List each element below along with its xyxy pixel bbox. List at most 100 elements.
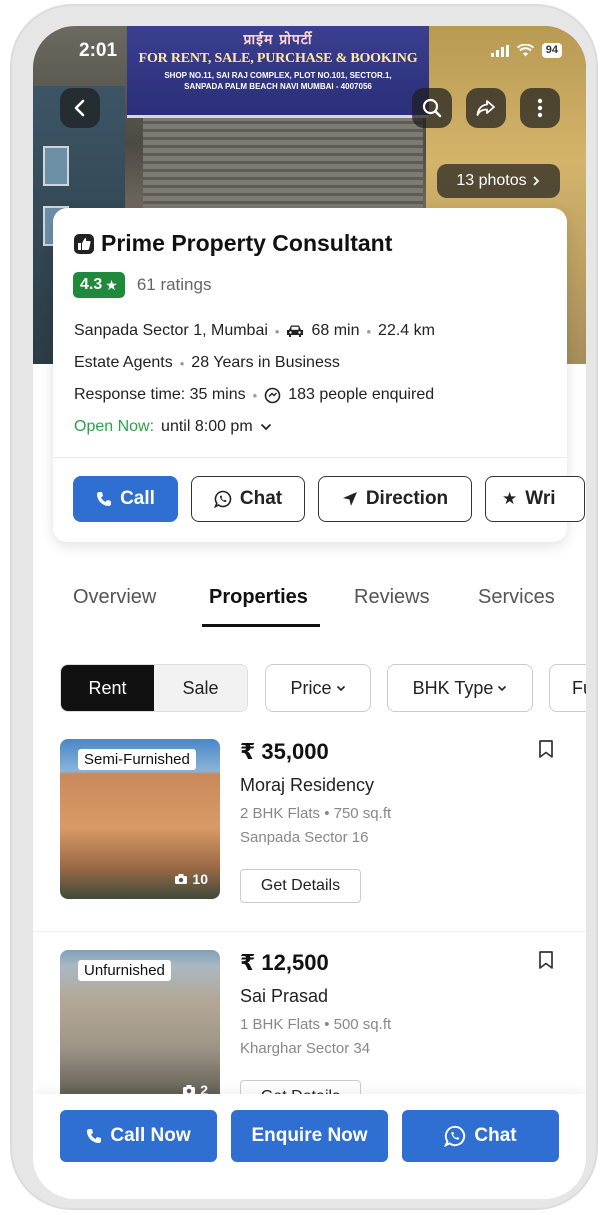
write-review-button[interactable]: ★ Wri	[485, 476, 585, 522]
status-time: 2:01	[79, 40, 118, 61]
chevron-down-icon	[498, 685, 507, 691]
wifi-icon	[516, 44, 534, 57]
star-icon: ★	[502, 489, 518, 508]
share-button[interactable]	[466, 88, 506, 128]
separator-dot: •	[179, 355, 185, 371]
star-icon: ★	[105, 276, 118, 293]
bookmark-icon[interactable]	[538, 739, 554, 759]
camera-icon	[175, 874, 188, 884]
business-info-card: Prime Property Consultant 4.3 ★ 61 ratin…	[53, 208, 585, 542]
chevron-down-icon	[260, 423, 271, 431]
drive-time: 68 min	[311, 322, 360, 339]
phone-icon	[97, 492, 112, 506]
chevron-down-icon	[336, 685, 345, 691]
rent-toggle[interactable]: Rent	[61, 665, 154, 711]
bhk-type-filter[interactable]: BHK Type	[387, 664, 533, 712]
tab-services[interactable]: Services	[478, 586, 555, 609]
rating-row[interactable]: 4.3 ★ 61 ratings	[73, 272, 211, 298]
phone-icon	[87, 1129, 102, 1143]
enquiry-icon	[264, 387, 281, 403]
property-photo[interactable]: Unfurnished 2	[60, 950, 220, 1110]
furnishing-tag: Unfurnished	[78, 960, 171, 981]
property-listing[interactable]: Semi-Furnished 10 ₹ 35,000 Moraj Residen…	[60, 739, 560, 909]
rent-sale-toggle: Rent Sale	[60, 664, 248, 712]
property-name: Sai Prasad	[240, 986, 329, 1006]
business-name: Prime Property Consultant	[101, 230, 393, 256]
photos-count-label: 13 photos	[456, 172, 527, 189]
signal-icon	[490, 44, 509, 57]
filter-row: Rent Sale Price BHK Type Fu	[60, 664, 586, 712]
response-line: Response time: 35 mins • 183 people enqu…	[74, 386, 434, 404]
app-screen: प्राईम प्रोपर्टी FOR RENT, SALE, PURCHAS…	[33, 26, 586, 1199]
chevron-right-icon	[533, 176, 539, 186]
search-button[interactable]	[412, 88, 452, 128]
whatsapp-icon	[213, 490, 232, 508]
get-details-button[interactable]: Get Details	[240, 869, 361, 903]
listing-divider	[33, 931, 586, 932]
back-button[interactable]	[60, 88, 100, 128]
search-icon	[422, 98, 442, 118]
direction-label: Direction	[365, 488, 449, 509]
call-now-button[interactable]: Call Now	[60, 1110, 217, 1162]
direction-button[interactable]: Direction	[318, 476, 472, 522]
rating-badge: 4.3 ★	[73, 272, 125, 298]
more-filter-label: Fu	[572, 677, 586, 698]
photos-count-button[interactable]: 13 photos	[437, 164, 560, 198]
response-time: Response time: 35 mins	[74, 386, 246, 403]
rating-value: 4.3	[80, 276, 103, 293]
bookmark-icon[interactable]	[538, 950, 554, 970]
category: Estate Agents	[74, 354, 173, 371]
price-filter-label: Price	[290, 677, 332, 698]
battery-indicator: 94	[541, 43, 562, 58]
enquire-now-button[interactable]: Enquire Now	[231, 1110, 388, 1162]
price-filter[interactable]: Price	[265, 664, 371, 712]
business-title-row: Prime Property Consultant	[73, 230, 392, 257]
property-spec: 2 BHK Flats • 750 sq.ft	[240, 805, 392, 822]
back-arrow-icon	[74, 99, 85, 117]
status-bar: 2:01 94	[33, 26, 586, 74]
chat-bottom-label: Chat	[474, 1125, 517, 1146]
more-options-button[interactable]	[520, 88, 560, 128]
property-location: Kharghar Sector 34	[240, 1040, 371, 1057]
navigation-arrow-icon	[342, 492, 357, 506]
hours-text: until 8:00 pm	[161, 418, 253, 435]
section-tabs: Overview Properties Reviews Services	[33, 582, 586, 632]
furnishing-tag: Semi-Furnished	[78, 749, 196, 770]
hours-line[interactable]: Open Now: until 8:00 pm	[74, 418, 272, 436]
enquire-now-label: Enquire Now	[251, 1125, 368, 1146]
call-label: Call	[120, 488, 155, 509]
active-tab-indicator	[202, 624, 320, 627]
more-filter[interactable]: Fu	[549, 664, 586, 712]
property-photo[interactable]: Semi-Furnished 10	[60, 739, 220, 899]
more-vertical-icon	[537, 98, 543, 118]
status-icons: 94	[490, 43, 562, 58]
property-price: ₹ 35,000	[240, 739, 329, 764]
action-buttons-row: Call Chat Direction ★ Wri	[73, 476, 585, 522]
location-text: Sanpada Sector 1, Mumbai	[74, 322, 268, 339]
tab-properties[interactable]: Properties	[209, 586, 308, 609]
tab-overview[interactable]: Overview	[73, 586, 156, 609]
share-icon	[476, 100, 495, 116]
open-now-label: Open Now:	[74, 418, 155, 435]
rating-count: 61 ratings	[136, 275, 212, 294]
photo-count-value: 10	[192, 871, 208, 887]
whatsapp-icon	[444, 1125, 466, 1147]
card-divider	[53, 457, 567, 458]
hero-window	[43, 146, 69, 186]
photo-count: 10	[174, 871, 208, 887]
bhk-filter-label: BHK Type	[412, 677, 494, 698]
separator-dot: •	[366, 323, 372, 339]
call-button[interactable]: Call	[73, 476, 178, 522]
write-review-label: Wri	[525, 488, 556, 509]
separator-dot: •	[274, 323, 280, 339]
chat-label: Chat	[239, 488, 283, 509]
chat-button[interactable]: Chat	[191, 476, 305, 522]
property-name: Moraj Residency	[240, 775, 375, 795]
distance: 22.4 km	[378, 322, 435, 339]
signboard-address-2: SANPADA PALM BEACH NAVI MUMBAI - 4007056	[184, 82, 372, 91]
sale-toggle[interactable]: Sale	[154, 665, 247, 711]
chat-bottom-button[interactable]: Chat	[402, 1110, 559, 1162]
tab-reviews[interactable]: Reviews	[354, 586, 430, 609]
property-price: ₹ 12,500	[240, 950, 329, 975]
experience: 28 Years in Business	[191, 354, 340, 371]
